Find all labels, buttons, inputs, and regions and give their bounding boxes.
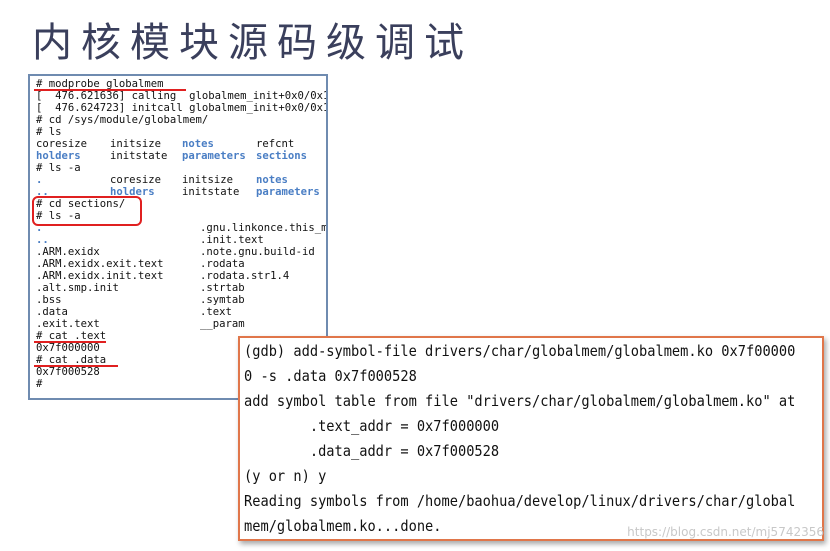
terminal-line: [ 476.624723] initcall globalmem_init+0x… xyxy=(36,102,328,114)
terminal-line: # ls -a xyxy=(36,162,81,174)
highlight-underline xyxy=(34,341,106,343)
terminal-line: # ls xyxy=(36,126,62,138)
gdb-output-panel: (gdb) add-symbol-file drivers/char/globa… xyxy=(238,336,824,541)
highlight-underline xyxy=(34,365,118,367)
ls-entry: initsize xyxy=(182,174,234,186)
section-entry: .ARM.exidx.exit.text xyxy=(36,258,164,270)
section-entry: .data xyxy=(36,306,68,318)
gdb-line: 0 -s .data 0x7f000528 xyxy=(244,367,417,385)
ls-entry-dir: notes xyxy=(182,138,214,150)
gdb-line: .data_addr = 0x7f000528 xyxy=(244,442,500,460)
gdb-line: Reading symbols from /home/baohua/develo… xyxy=(244,492,796,510)
section-entry: .symtab xyxy=(200,294,245,306)
section-entry: __param xyxy=(200,318,245,330)
section-entry: .strtab xyxy=(200,282,245,294)
page-title: 内核模块源码级调试 xyxy=(32,20,473,66)
terminal-line: [ 476.621636] calling globalmem_init+0x0… xyxy=(36,90,328,102)
ls-entry-dir: notes xyxy=(256,174,288,186)
ls-entry: refcnt xyxy=(256,138,295,150)
ls-entry-dir: parameters xyxy=(182,150,246,162)
terminal-line: 0x7f000528 xyxy=(36,366,100,378)
terminal-line: # cd /sys/module/globalmem/ xyxy=(36,114,209,126)
gdb-line: mem/globalmem.ko...done. xyxy=(244,517,442,535)
ls-entry-dir: parameters xyxy=(256,186,320,198)
ls-entry: initstate xyxy=(110,150,168,162)
gdb-line: (gdb) add-symbol-file drivers/char/globa… xyxy=(244,342,796,360)
gdb-line: .text_addr = 0x7f000000 xyxy=(244,417,500,435)
watermark: https://blog.csdn.net/mj5742356 xyxy=(627,525,824,539)
section-entry: .bss xyxy=(36,294,62,306)
section-entry: .init.text xyxy=(200,234,264,246)
section-entry: .gnu.linkonce.this_mo xyxy=(200,222,328,234)
section-entry: .note.gnu.build-id xyxy=(200,246,315,258)
ls-entry: initstate xyxy=(182,186,240,198)
section-entry: .alt.smp.init xyxy=(36,282,119,294)
ls-entry: coresize xyxy=(36,138,88,150)
section-entry: .ARM.exidx xyxy=(36,246,100,258)
ls-entry: initsize xyxy=(110,138,162,150)
highlight-underline xyxy=(34,89,186,91)
section-entry: .text xyxy=(200,306,232,318)
terminal-line: 0x7f000000 xyxy=(36,342,100,354)
terminal-line: # xyxy=(36,378,43,390)
ls-entry: coresize xyxy=(110,174,162,186)
gdb-line: add symbol table from file "drivers/char… xyxy=(244,392,796,410)
section-entry: .. xyxy=(36,234,49,246)
highlight-box xyxy=(32,196,142,226)
ls-entry-dir: . xyxy=(36,174,43,186)
gdb-line: (y or n) y xyxy=(244,467,327,485)
section-entry: .ARM.exidx.init.text xyxy=(36,270,164,282)
ls-entry-dir: sections xyxy=(256,150,308,162)
section-entry: .exit.text xyxy=(36,318,100,330)
ls-entry-dir: holders xyxy=(36,150,81,162)
section-entry: .rodata xyxy=(200,258,245,270)
section-entry: .rodata.str1.4 xyxy=(200,270,290,282)
